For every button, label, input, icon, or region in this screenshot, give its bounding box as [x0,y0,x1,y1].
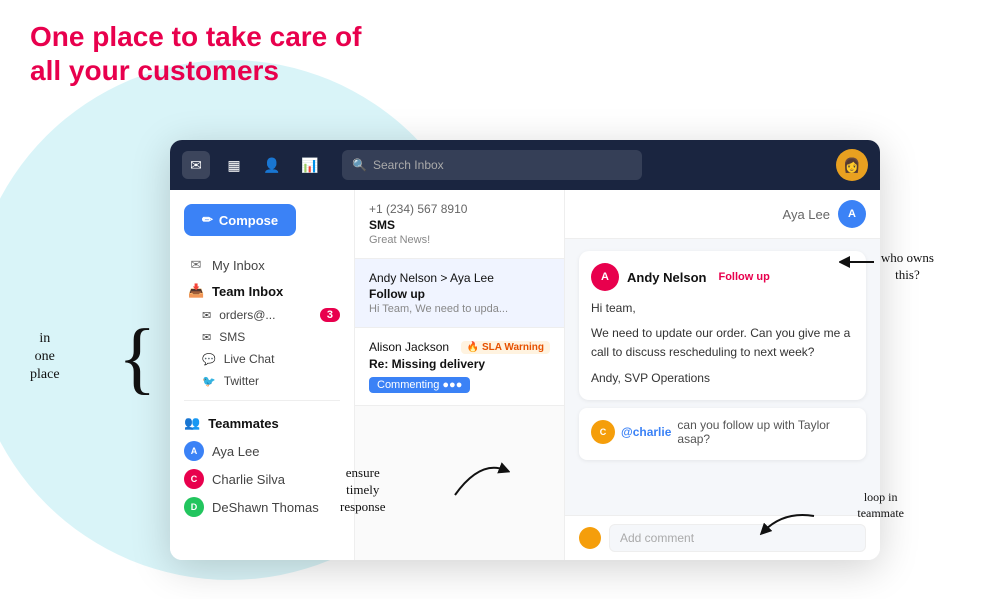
message-signature: Andy, SVP Operations [591,369,854,388]
annotation-in-one-place: inoneplace [30,330,60,385]
message-greeting: Hi team, [591,299,854,318]
teammates-icon: 👥 [184,415,200,431]
annotation-loop-in-teammate: loop inteammate [857,490,904,521]
brace-icon: { [118,318,156,398]
deshawn-name: DeShawn Thomas [212,500,319,515]
sidebar-item-my-inbox[interactable]: ✉ My Inbox [174,252,350,278]
main-content: ✏ Compose ✉ My Inbox 📥 Team Inbox ✉ orde… [170,190,880,560]
my-inbox-icon: ✉ [188,257,204,273]
comment-area: C @charlie can you follow up with Taylor… [579,408,866,460]
comment-text: can you follow up with Taylor asap? [677,418,854,446]
aya-avatar: A [184,441,204,461]
add-comment-placeholder: Add comment [620,531,694,545]
search-placeholder: Search Inbox [373,158,444,172]
compose-icon: ✏ [202,212,213,228]
heading-line2: all your customers [30,55,279,86]
conversation-header: Aya Lee A [565,190,880,239]
assignee-label: Aya Lee [783,207,830,222]
teammates-label: Teammates [208,416,279,431]
nav-inbox-icon[interactable]: ✉ [182,151,210,179]
add-comment-avatar [579,527,601,549]
arrow-ensure-timely [450,450,510,500]
sidebar-sub-orders[interactable]: ✉ orders@... 3 [170,304,354,326]
teammates-section: 👥 Teammates [170,409,354,437]
sms-icon: ✉ [202,331,211,344]
teammate-aya[interactable]: A Aya Lee [170,437,354,465]
arrow-who-owns [839,247,879,277]
main-heading: One place to take care of all your custo… [30,20,361,87]
sidebar-team-inbox-label: Team Inbox [212,284,283,299]
nav-user-avatar[interactable]: 👩 [836,149,868,181]
message-item-alison[interactable]: Alison Jackson 🔥 SLA Warning Re: Missing… [355,328,564,406]
twitter-label: Twitter [224,374,259,388]
preview-phone: +1 (234) 567 8910 [369,202,550,216]
heading-line1: One place to take care of [30,21,361,52]
message-item-andy[interactable]: Andy Nelson > Aya Lee Follow up Hi Team,… [355,259,564,328]
sender-avatar: A [591,263,619,291]
app-window: ✉ ▦ 👤 📊 🔍 Search Inbox 👩 ✏ Compose ✉ My … [170,140,880,560]
comment-mention: @charlie [621,425,671,439]
teammate-charlie[interactable]: C Charlie Silva [170,465,354,493]
comment-avatar: C [591,420,615,444]
annotation-who-owns: who ownsthis? [881,250,934,284]
message-card-header: A Andy Nelson Follow up [591,263,854,291]
orders-label: orders@... [219,308,275,322]
nav-contacts-icon[interactable]: 👤 [258,151,286,179]
sidebar-sub-sms[interactable]: ✉ SMS [170,326,354,348]
preview-subject-andy: Follow up [369,287,550,301]
search-icon: 🔍 [352,158,367,172]
sidebar-sub-twitter[interactable]: 🐦 Twitter [170,370,354,392]
conversation-panel: Aya Lee A A Andy Nelson Follow up Hi tea… [565,190,880,560]
preview-sender-alison: Alison Jackson [369,340,449,354]
live-chat-label: Live Chat [224,352,275,366]
annotation-ensure-timely: ensuretimelyresponse [340,465,386,516]
live-chat-icon: 💬 [202,353,216,366]
sidebar-divider [184,400,340,401]
compose-label: Compose [219,213,278,228]
charlie-avatar: C [184,469,204,489]
commenting-badge: Commenting ●●● [369,377,470,393]
preview-sender-andy: Andy Nelson > Aya Lee [369,271,550,285]
sender-name: Andy Nelson [627,270,706,285]
message-list: +1 (234) 567 8910 SMS Great News! Andy N… [355,190,565,560]
sidebar-my-inbox-label: My Inbox [212,258,265,273]
sidebar-sub-live-chat[interactable]: 💬 Live Chat [170,348,354,370]
orders-icon: ✉ [202,309,211,322]
nav-bar: ✉ ▦ 👤 📊 🔍 Search Inbox 👩 [170,140,880,190]
message-tag: Follow up [718,271,769,283]
aya-name: Aya Lee [212,444,259,459]
compose-button[interactable]: ✏ Compose [184,204,296,236]
charlie-name: Charlie Silva [212,472,285,487]
nav-reports-icon[interactable]: 📊 [296,151,324,179]
sidebar-item-team-inbox[interactable]: 📥 Team Inbox [174,278,350,304]
nav-calendar-icon[interactable]: ▦ [220,151,248,179]
twitter-icon: 🐦 [202,375,216,388]
sms-label: SMS [219,330,245,344]
sidebar: ✏ Compose ✉ My Inbox 📥 Team Inbox ✉ orde… [170,190,355,560]
preview-subject-alison: Re: Missing delivery [369,357,550,371]
message-body: Hi team, We need to update our order. Ca… [591,299,854,388]
orders-badge: 3 [320,308,340,322]
teammate-deshawn[interactable]: D DeShawn Thomas [170,493,354,521]
message-card: A Andy Nelson Follow up Hi team, We need… [579,251,866,400]
arrow-loop-in [754,506,834,546]
message-item-sms[interactable]: +1 (234) 567 8910 SMS Great News! [355,190,564,259]
search-bar[interactable]: 🔍 Search Inbox [342,150,642,180]
deshawn-avatar: D [184,497,204,517]
message-content: We need to update our order. Can you giv… [591,324,854,362]
preview-snippet-andy: Hi Team, We need to upda... [369,303,550,315]
assignee-avatar[interactable]: A [838,200,866,228]
preview-type: SMS [369,218,550,232]
team-inbox-icon: 📥 [188,283,204,299]
preview-text: Great News! [369,234,550,246]
sla-warning-badge: 🔥 SLA Warning [461,341,550,354]
